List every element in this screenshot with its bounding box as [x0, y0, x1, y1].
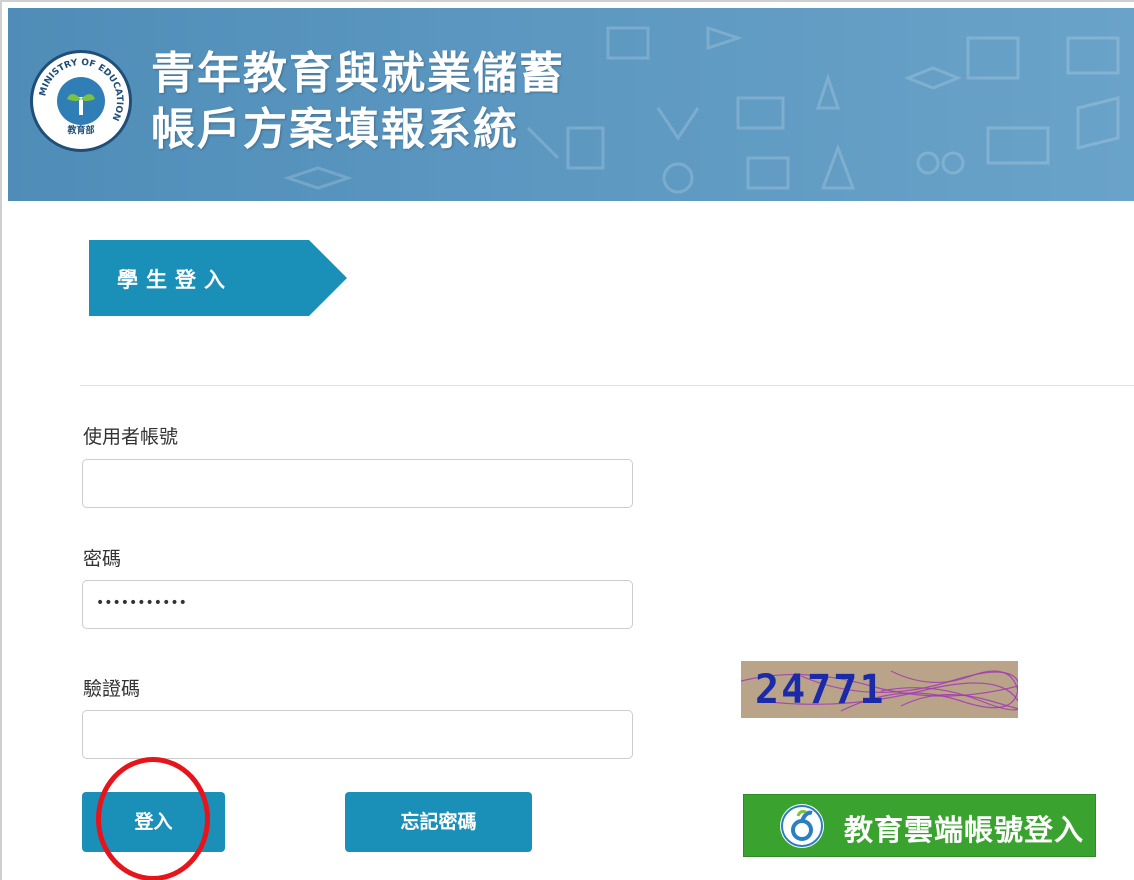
captcha-input[interactable]	[82, 710, 633, 759]
svg-text:教育部: 教育部	[66, 124, 94, 136]
username-input[interactable]	[82, 459, 633, 508]
password-label: 密碼	[83, 548, 122, 570]
captcha-code: 24771	[755, 667, 886, 713]
highlight-circle	[96, 757, 210, 880]
section-title: 學生登入	[117, 268, 233, 292]
divider	[80, 385, 1134, 386]
forgot-password-button[interactable]: 忘記密碼	[345, 792, 532, 852]
username-label: 使用者帳號	[83, 426, 179, 448]
captcha-label: 驗證碼	[83, 678, 141, 700]
cloud-account-icon	[780, 804, 824, 848]
cloud-login-button[interactable]: 教育雲端帳號登入	[743, 794, 1096, 857]
system-title-line1: 青年教育與就業儲蓄	[151, 48, 565, 99]
system-title: 青年教育與就業儲蓄 帳戶方案填報系統	[151, 46, 565, 158]
password-value: •••••••••••	[96, 595, 187, 611]
system-title-line2: 帳戶方案填報系統	[151, 104, 519, 155]
captcha-image[interactable]: 24771	[741, 661, 1018, 718]
cloud-login-label: 教育雲端帳號登入	[844, 813, 1085, 847]
header-banner: MINISTRY OF EDUCATION 教育部 青年教育與就業儲蓄 帳戶方案…	[8, 8, 1134, 201]
ministry-logo: MINISTRY OF EDUCATION 教育部	[30, 50, 132, 152]
logo-emblem-icon: MINISTRY OF EDUCATION 教育部	[38, 58, 124, 136]
